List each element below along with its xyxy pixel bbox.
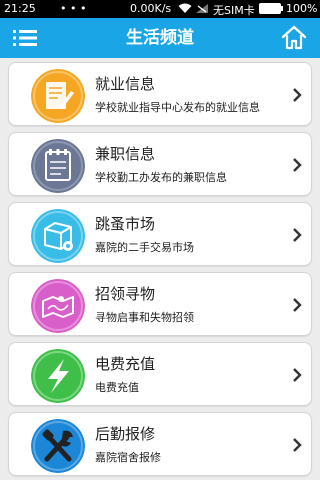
document-pen-icon xyxy=(31,69,85,123)
status-time: 21:25 xyxy=(4,2,36,15)
menu-icon[interactable] xyxy=(10,26,40,50)
item-title: 后勤报修 xyxy=(95,425,156,443)
item-title: 电费充值 xyxy=(95,355,156,373)
item-subtitle: 电费充值 xyxy=(95,381,139,394)
item-title: 跳蚤市场 xyxy=(95,215,156,233)
item-title: 就业信息 xyxy=(95,75,156,93)
chevron-right-icon xyxy=(293,158,302,172)
list-item-electricity-recharge[interactable]: 电费充值 电费充值 xyxy=(8,342,312,406)
item-subtitle: 嘉院的二手交易市场 xyxy=(95,241,194,254)
page-title: 生活频道 xyxy=(126,28,194,48)
item-subtitle: 学校勤工办发布的兼职信息 xyxy=(95,171,227,184)
list-item-repair[interactable]: 后勤报修 嘉院宿舍报修 xyxy=(8,412,312,476)
map-icon xyxy=(31,279,85,333)
status-network-speed: 0.00K/s xyxy=(130,2,172,15)
signal-icon xyxy=(196,4,208,13)
chevron-right-icon xyxy=(293,438,302,452)
battery-icon xyxy=(259,3,283,14)
list-item-employment[interactable]: 就业信息 学校就业指导中心发布的就业信息 xyxy=(8,62,312,126)
list-item-lost-and-found[interactable]: 招领寻物 寻物启事和失物招领 xyxy=(8,272,312,336)
item-subtitle: 嘉院宿舍报修 xyxy=(95,451,161,464)
item-subtitle: 寻物启事和失物招领 xyxy=(95,311,194,324)
title-bar: 生活频道 xyxy=(0,18,320,58)
item-title: 兼职信息 xyxy=(95,145,156,163)
list-item-flea-market[interactable]: 跳蚤市场 嘉院的二手交易市场 xyxy=(8,202,312,266)
status-bar: 21:25 • • • 0.00K/s 无SIM卡 100% xyxy=(0,0,320,18)
list-item-part-time[interactable]: 兼职信息 学校勤工办发布的兼职信息 xyxy=(8,132,312,196)
wifi-icon xyxy=(178,3,192,13)
chevron-right-icon xyxy=(293,298,302,312)
box-icon xyxy=(31,209,85,263)
lightning-icon xyxy=(31,349,85,403)
item-title: 招领寻物 xyxy=(95,285,156,303)
chevron-right-icon xyxy=(293,228,302,242)
status-battery-percent: 100% xyxy=(286,2,318,15)
notepad-icon xyxy=(31,139,85,193)
tools-icon xyxy=(31,419,85,473)
status-sim: 无SIM卡 xyxy=(213,4,255,17)
status-notification-dots: • • • xyxy=(60,2,87,15)
chevron-right-icon xyxy=(293,88,302,102)
chevron-right-icon xyxy=(293,368,302,382)
item-subtitle: 学校就业指导中心发布的就业信息 xyxy=(95,101,260,114)
home-icon[interactable] xyxy=(280,25,308,51)
